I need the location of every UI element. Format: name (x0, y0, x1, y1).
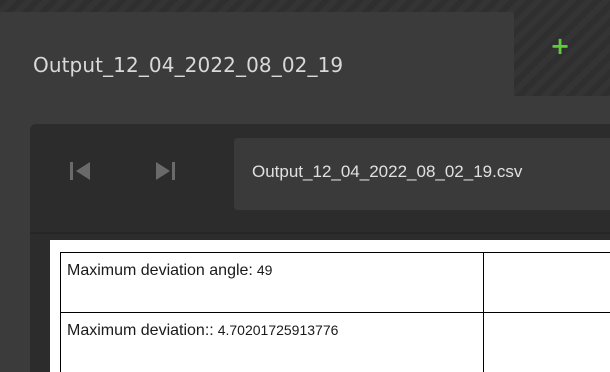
app-window: Output_12_04_2022_08_02_19 + Output_12_0… (0, 0, 610, 372)
tab-label: Output_12_04_2022_08_02_19 (33, 53, 344, 77)
skip-back-icon[interactable] (66, 154, 100, 188)
skip-forward-icon[interactable] (150, 154, 184, 188)
row-value: 49 (256, 262, 273, 278)
row-label: Maximum deviation angle: (67, 262, 253, 279)
divider (30, 232, 610, 234)
table-empty-cell (483, 252, 610, 313)
add-tab-button[interactable]: + (542, 28, 578, 64)
table-row-label-cell: Maximum deviation:: 4.70201725913776 (60, 312, 484, 372)
row-value: 4.70201725913776 (217, 322, 339, 338)
file-name: Output_12_04_2022_08_02_19.csv (252, 162, 523, 181)
row-text: Maximum deviation:: 4.70201725913776 (67, 322, 338, 340)
tab-strip: Output_12_04_2022_08_02_19 + (0, 0, 610, 96)
table-row-label-cell: Maximum deviation angle: 49 (60, 252, 484, 313)
tab-output[interactable]: Output_12_04_2022_08_02_19 (0, 12, 514, 96)
file-selector[interactable]: Output_12_04_2022_08_02_19.csv (234, 138, 610, 210)
row-text: Maximum deviation angle: 49 (67, 262, 272, 280)
table-empty-cell (483, 312, 610, 372)
row-label: Maximum deviation:: (67, 322, 214, 339)
